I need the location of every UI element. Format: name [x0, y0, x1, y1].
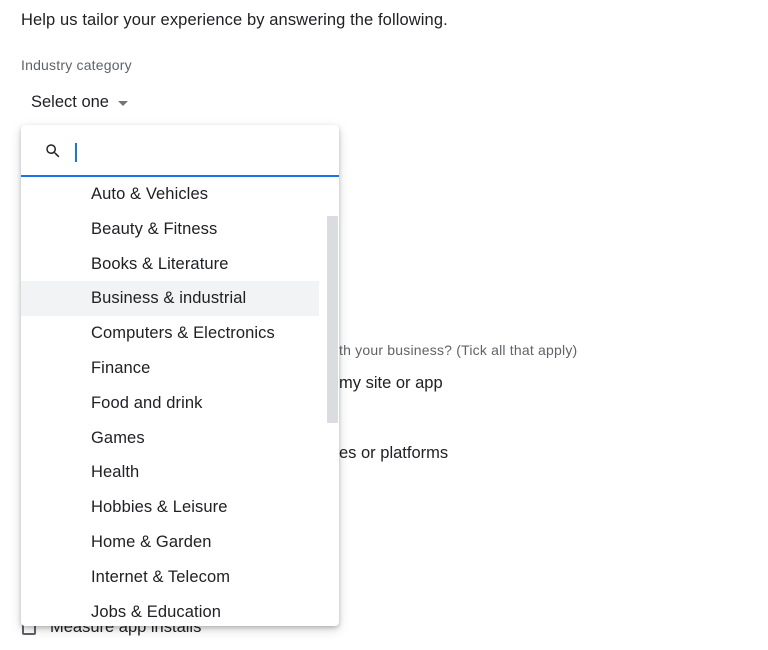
caret-down-icon: [117, 100, 128, 106]
industry-option[interactable]: Jobs & Education: [21, 595, 319, 626]
industry-option[interactable]: Beauty & Fitness: [21, 212, 319, 247]
industry-option[interactable]: Business & industrial: [21, 281, 319, 317]
page: Help us tailor your experience by answer…: [0, 0, 768, 650]
industry-option[interactable]: Auto & Vehicles: [21, 177, 319, 212]
industry-option[interactable]: Internet & Telecom: [21, 560, 319, 595]
search-icon: [46, 144, 60, 158]
industry-option[interactable]: Books & Literature: [21, 247, 319, 282]
industry-option[interactable]: Health: [21, 455, 319, 490]
text-cursor: [75, 143, 77, 162]
intro-text: Help us tailor your experience by answer…: [21, 11, 448, 29]
option-platforms-label: es or platforms: [339, 444, 449, 462]
industry-option[interactable]: Games: [21, 421, 319, 456]
industry-select-value: Select one: [31, 92, 109, 111]
industry-category-label: Industry category: [21, 57, 132, 73]
industry-option[interactable]: Finance: [21, 351, 319, 386]
dropdown-search-row: [21, 125, 339, 177]
industry-dropdown: Auto & Vehicles Beauty & Fitness Books & L…: [21, 125, 339, 626]
industry-option[interactable]: Food and drink: [21, 386, 319, 421]
industry-option[interactable]: Home & Garden: [21, 525, 319, 560]
industry-search-input[interactable]: [73, 138, 323, 164]
industry-options-list: Auto & Vehicles Beauty & Fitness Books & L…: [21, 177, 339, 626]
dropdown-scrollbar[interactable]: [327, 216, 338, 423]
industry-option[interactable]: Hobbies & Leisure: [21, 490, 319, 525]
industry-option[interactable]: Computers & Electronics: [21, 316, 319, 351]
option-site-or-app-label: my site or app: [339, 374, 443, 392]
industry-select[interactable]: Select one: [31, 90, 128, 114]
